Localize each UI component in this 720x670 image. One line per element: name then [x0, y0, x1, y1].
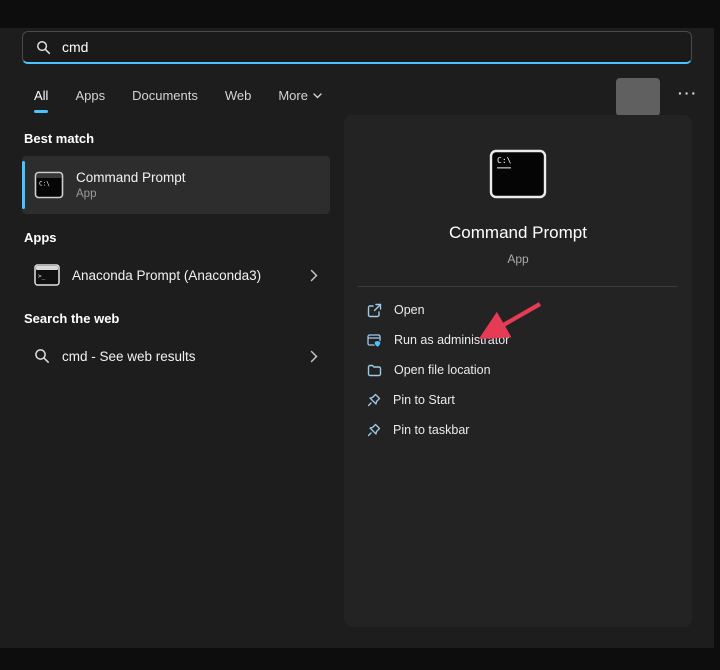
result-title: Anaconda Prompt (Anaconda3) [72, 268, 261, 283]
search-icon [36, 40, 51, 55]
section-header-apps: Apps [24, 230, 330, 245]
run-as-admin-icon [367, 333, 382, 348]
open-icon [367, 303, 382, 318]
results-column: Best match C:\ Command Prompt App Apps [22, 115, 330, 376]
tab-all[interactable]: All [34, 88, 48, 113]
action-open[interactable]: Open [358, 295, 678, 325]
tab-more[interactable]: More [278, 88, 322, 113]
action-label: Pin to taskbar [393, 423, 469, 437]
section-header-best-match: Best match [24, 131, 330, 146]
action-pin-to-start[interactable]: Pin to Start [358, 385, 678, 415]
result-web-search[interactable]: cmd - See web results [22, 336, 330, 376]
search-bar[interactable] [22, 31, 692, 64]
result-anaconda-prompt[interactable]: >_ Anaconda Prompt (Anaconda3) [22, 255, 330, 295]
action-run-as-administrator[interactable]: Run as administrator [358, 325, 678, 355]
preview-panel: C:\ Command Prompt App Open [344, 115, 692, 627]
more-options-icon[interactable]: ··· [678, 85, 698, 101]
search-input[interactable] [62, 39, 678, 55]
action-open-file-location[interactable]: Open file location [358, 355, 678, 385]
result-subtitle: App [76, 188, 186, 200]
result-title: cmd - See web results [62, 349, 196, 364]
chevron-right-icon[interactable] [310, 269, 318, 282]
action-pin-to-taskbar[interactable]: Pin to taskbar [358, 415, 678, 445]
tab-documents[interactable]: Documents [132, 88, 198, 113]
terminal-icon: >_ [34, 264, 60, 286]
svg-text:C:\: C:\ [39, 181, 50, 188]
search-filter-tabs: All Apps Documents Web More [34, 88, 692, 113]
tab-apps[interactable]: Apps [75, 88, 105, 113]
section-header-search-the-web: Search the web [24, 311, 330, 326]
command-prompt-icon: C:\ [489, 149, 547, 199]
chevron-right-icon[interactable] [310, 350, 318, 363]
svg-text:C:\: C:\ [497, 156, 512, 165]
action-label: Open [394, 303, 425, 317]
pin-icon [367, 393, 381, 407]
preview-subtitle: App [358, 252, 678, 266]
action-label: Run as administrator [394, 333, 509, 347]
result-title: Command Prompt [76, 170, 186, 185]
tab-web[interactable]: Web [225, 88, 252, 113]
command-prompt-icon: C:\ [34, 171, 64, 199]
svg-text:>_: >_ [38, 273, 46, 280]
preview-title: Command Prompt [358, 223, 678, 243]
folder-icon [367, 364, 382, 377]
search-flyout: All Apps Documents Web More ··· Best mat… [0, 28, 714, 648]
pin-icon [367, 423, 381, 437]
divider [358, 286, 678, 287]
result-command-prompt[interactable]: C:\ Command Prompt App [22, 156, 330, 214]
search-icon [34, 348, 50, 364]
action-label: Open file location [394, 363, 491, 377]
profile-button[interactable] [616, 78, 660, 116]
action-label: Pin to Start [393, 393, 455, 407]
chevron-down-icon [313, 93, 322, 99]
